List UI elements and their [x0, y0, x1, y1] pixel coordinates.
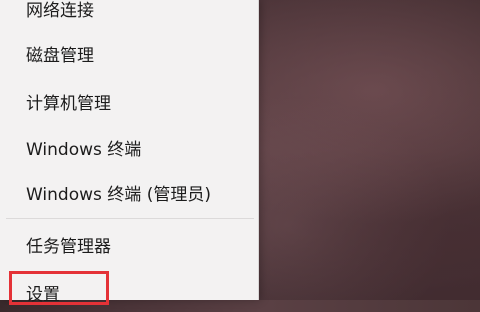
menu-item-disk-management[interactable]: 磁盘管理 — [8, 33, 252, 73]
menu-item-windows-terminal[interactable]: Windows 终端 — [8, 127, 252, 167]
menu-item-network-connections[interactable]: 网络连接 — [8, 0, 252, 28]
menu-item-settings[interactable]: 设置 — [8, 272, 252, 312]
menu-item-computer-management[interactable]: 计算机管理 — [8, 81, 252, 121]
menu-item-task-manager[interactable]: 任务管理器 — [8, 224, 252, 264]
menu-separator — [6, 218, 254, 219]
winx-context-menu: 网络连接 磁盘管理 计算机管理 Windows 终端 Windows 终端 (管… — [0, 0, 259, 305]
menu-item-windows-terminal-admin[interactable]: Windows 终端 (管理员) — [8, 172, 252, 212]
